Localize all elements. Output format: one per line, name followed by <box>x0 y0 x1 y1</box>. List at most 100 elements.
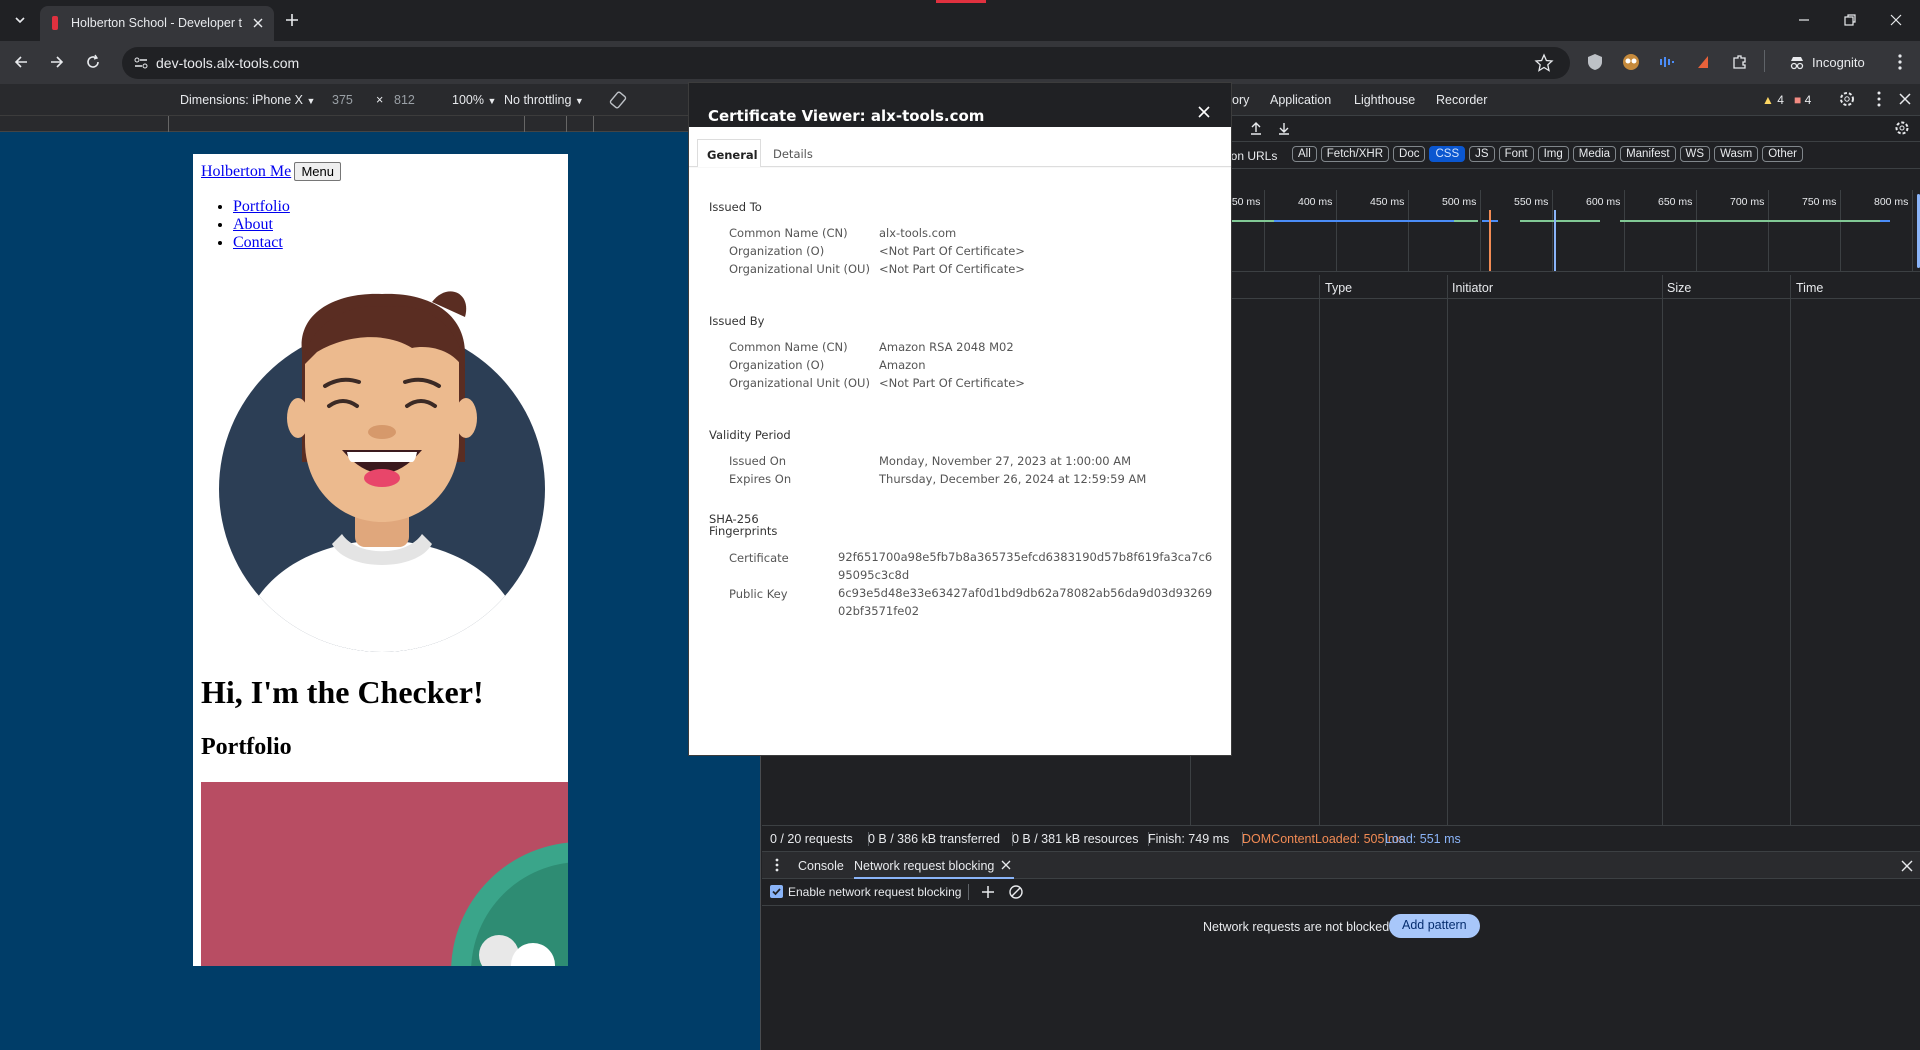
width-input[interactable]: 375 <box>332 93 353 107</box>
timeline-tick: 550 ms <box>1514 196 1549 208</box>
filter-other[interactable]: Other <box>1762 146 1803 162</box>
add-pattern-button[interactable]: Add pattern <box>1389 914 1480 938</box>
close-tab-icon[interactable] <box>250 15 266 31</box>
nav-item: About <box>233 216 290 234</box>
transferred-size: 0 B / 386 kB transferred <box>868 832 1001 846</box>
drawer-tab-request-blocking[interactable]: Network request blocking <box>854 852 1014 879</box>
issued-to-ou-label: Organizational Unit (OU) <box>729 262 870 276</box>
drawer-tab-console[interactable]: Console <box>798 859 844 873</box>
tab-title: Holberton School - Developer t <box>71 16 242 30</box>
filter-css[interactable]: CSS <box>1429 146 1466 162</box>
tab-general[interactable]: General <box>697 139 761 167</box>
throttling-select[interactable]: No throttling ▼ <box>504 93 584 107</box>
nav-link-contact[interactable]: Contact <box>233 234 283 251</box>
drawer-menu-icon[interactable] <box>770 857 784 873</box>
rotate-icon[interactable] <box>608 90 628 110</box>
tab-recorder[interactable]: Recorder <box>1436 93 1487 107</box>
timeline-tick: 750 ms <box>1802 196 1837 208</box>
add-pattern-icon[interactable] <box>980 884 996 900</box>
column-initiator[interactable]: Initiator <box>1452 281 1493 295</box>
owl-extension-icon[interactable] <box>1621 52 1641 72</box>
devtools-menu-icon[interactable] <box>1870 90 1888 108</box>
grid-line <box>1336 190 1337 271</box>
grid-line <box>1696 190 1697 271</box>
timeline-tick: 400 ms <box>1298 196 1333 208</box>
errors-badge[interactable]: ■ 4 <box>1794 93 1811 107</box>
filter-font[interactable]: Font <box>1498 146 1534 162</box>
filter-js[interactable]: JS <box>1469 146 1495 162</box>
url-text: dev-tools.alx-tools.com <box>156 55 300 71</box>
errors-count: 4 <box>1804 93 1812 107</box>
browser-tab[interactable]: Holberton School - Developer t <box>40 6 274 41</box>
timeline-bar <box>1620 220 1880 222</box>
incognito-button[interactable]: Incognito <box>1776 48 1882 76</box>
close-window-icon[interactable] <box>1886 10 1906 30</box>
issued-by-o-value: Amazon <box>879 358 926 372</box>
grid-line <box>1768 190 1769 271</box>
dialog-titlebar: Certificate Viewer: alx-tools.com <box>689 83 1231 127</box>
column-divider <box>1662 275 1663 825</box>
enable-blocking-checkbox[interactable] <box>770 885 783 898</box>
forward-icon[interactable] <box>47 52 67 72</box>
portfolio-image <box>201 782 568 966</box>
column-time[interactable]: Time <box>1796 281 1823 295</box>
nav-link-portfolio[interactable]: Portfolio <box>233 198 290 215</box>
audio-extension-icon[interactable] <box>1657 52 1677 72</box>
tab-lighthouse[interactable]: Lighthouse <box>1354 93 1415 107</box>
fingerprints-heading: SHA-256 Fingerprints <box>709 513 777 537</box>
tab-application[interactable]: Application <box>1270 93 1331 107</box>
resources-size: 0 B / 381 kB resources <box>1012 832 1139 846</box>
tab-details[interactable]: Details <box>773 147 813 161</box>
back-icon[interactable] <box>11 52 31 72</box>
nav-link-about[interactable]: About <box>233 216 273 233</box>
settings-gear-icon[interactable] <box>1838 90 1856 108</box>
new-tab-icon[interactable] <box>282 10 302 30</box>
issued-to-cn-value: alx-tools.com <box>879 226 957 240</box>
minimize-icon[interactable] <box>1794 10 1814 30</box>
export-har-icon[interactable] <box>1276 120 1292 136</box>
cast-extension-icon[interactable] <box>1694 52 1714 72</box>
height-input[interactable]: 812 <box>394 93 415 107</box>
filter-wasm[interactable]: Wasm <box>1714 146 1759 162</box>
network-settings-icon[interactable] <box>1894 120 1910 136</box>
main-heading: Hi, I'm the Checker! <box>201 674 484 710</box>
request-blocking-toolbar: Enable network request blocking <box>762 879 1920 906</box>
site-info-icon[interactable] <box>132 54 150 72</box>
dialog-title: Certificate Viewer: alx-tools.com <box>708 107 985 125</box>
toolbar-divider <box>968 884 969 900</box>
menu-button[interactable]: Menu <box>294 162 341 181</box>
filter-fetch-xhr[interactable]: Fetch/XHR <box>1320 146 1390 162</box>
reload-icon[interactable] <box>83 52 103 72</box>
filter-media[interactable]: Media <box>1572 146 1617 162</box>
tab-search-button[interactable] <box>10 10 30 30</box>
column-size[interactable]: Size <box>1667 281 1691 295</box>
certificate-viewer-dialog: Certificate Viewer: alx-tools.com Genera… <box>688 82 1232 756</box>
filter-img[interactable]: Img <box>1537 146 1569 162</box>
remove-all-patterns-icon[interactable] <box>1008 884 1024 900</box>
home-link[interactable]: Holberton Me <box>201 163 291 180</box>
close-tab-icon[interactable] <box>1000 859 1012 871</box>
filter-ws[interactable]: WS <box>1679 146 1711 162</box>
bookmark-star-icon[interactable] <box>1534 53 1554 73</box>
warnings-badge[interactable]: ▲ 4 <box>1762 93 1784 107</box>
column-type[interactable]: Type <box>1325 281 1352 295</box>
device-select[interactable]: Dimensions: iPhone X ▼ <box>180 93 315 107</box>
drawer-tab-label: Network request blocking <box>854 859 995 873</box>
filter-all[interactable]: All <box>1292 146 1317 162</box>
zoom-select[interactable]: 100% ▼ <box>452 93 496 107</box>
address-bar[interactable]: dev-tools.alx-tools.com <box>122 47 1570 79</box>
shield-extension-icon[interactable] <box>1586 52 1604 72</box>
restore-icon[interactable] <box>1840 10 1860 30</box>
import-har-icon[interactable] <box>1248 120 1264 136</box>
dom-content-loaded: DOMContentLoaded: 505 ms <box>1242 832 1405 846</box>
close-dialog-icon[interactable] <box>1197 105 1211 119</box>
chrome-menu-icon[interactable] <box>1890 52 1910 72</box>
filter-manifest[interactable]: Manifest <box>1620 146 1676 162</box>
tab-history[interactable]: ory <box>1232 93 1249 107</box>
checkmark-icon <box>772 888 781 896</box>
filter-doc[interactable]: Doc <box>1393 146 1426 162</box>
public-key-fingerprint-value: 6c93e5d48e33e63427af0d1bd9db62a78082ab56… <box>838 586 1213 618</box>
puzzle-extensions-icon[interactable] <box>1730 52 1750 72</box>
close-drawer-icon[interactable] <box>1900 859 1914 873</box>
close-devtools-icon[interactable] <box>1896 90 1914 108</box>
